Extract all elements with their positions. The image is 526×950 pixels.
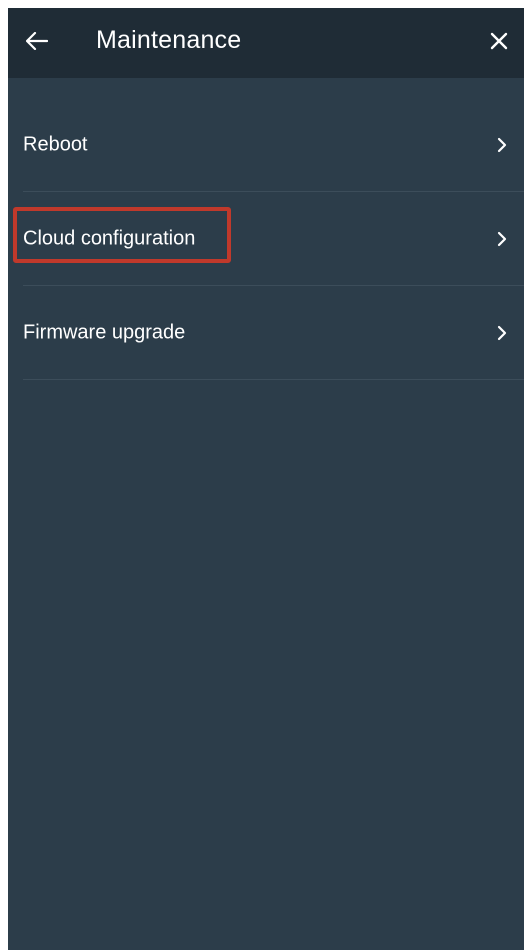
menu-item-reboot[interactable]: Reboot — [8, 98, 524, 192]
menu-item-firmware-upgrade[interactable]: Firmware upgrade — [8, 286, 524, 380]
arrow-left-icon — [25, 31, 49, 55]
menu-item-cloud-configuration[interactable]: Cloud configuration — [8, 192, 524, 286]
menu-item-label: Firmware upgrade — [23, 321, 186, 344]
divider — [23, 379, 524, 380]
chevron-right-icon — [494, 325, 510, 341]
chevron-right-icon — [494, 137, 510, 153]
back-button[interactable] — [22, 28, 52, 58]
menu-item-label: Cloud configuration — [23, 227, 196, 250]
close-button[interactable] — [484, 28, 514, 58]
app-screen: Maintenance Reboot Cloud configuration F… — [8, 8, 524, 950]
top-app-bar: Maintenance — [8, 8, 524, 78]
maintenance-menu: Reboot Cloud configuration Firmware upgr… — [8, 98, 524, 380]
page-title: Maintenance — [96, 26, 242, 54]
close-icon — [490, 32, 508, 55]
chevron-right-icon — [494, 231, 510, 247]
menu-item-label: Reboot — [23, 133, 88, 156]
